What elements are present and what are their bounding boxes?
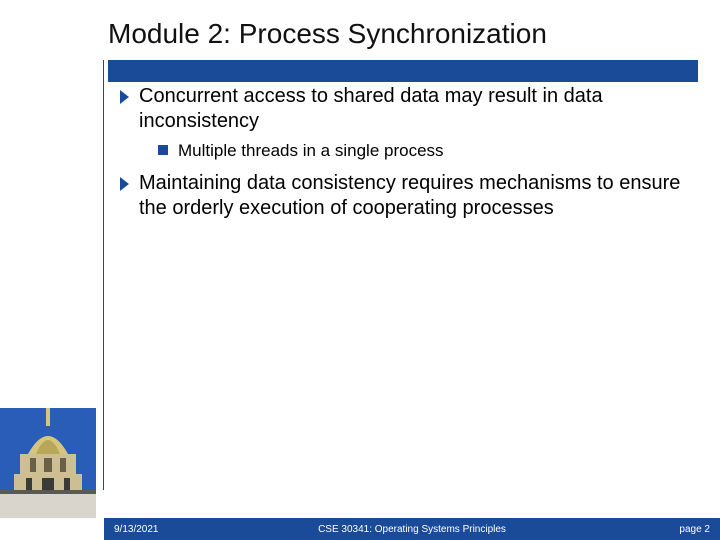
bullet-text: Concurrent access to shared data may res… xyxy=(139,84,690,134)
sub-bullet-text: Multiple threads in a single process xyxy=(178,140,444,161)
title-underbar xyxy=(108,60,698,82)
footer-left-gap xyxy=(0,518,104,540)
bullet-item: Maintaining data consistency requires me… xyxy=(120,171,690,221)
footer-page: page 2 xyxy=(679,524,710,535)
footer-bar: 9/13/2021 CSE 30341: Operating Systems P… xyxy=(104,518,720,540)
footer: 9/13/2021 CSE 30341: Operating Systems P… xyxy=(0,518,720,540)
content-area: Concurrent access to shared data may res… xyxy=(120,84,690,227)
bullet-item: Concurrent access to shared data may res… xyxy=(120,84,690,134)
arrow-bullet-icon xyxy=(120,90,129,104)
vertical-divider xyxy=(103,60,104,490)
square-bullet-icon xyxy=(158,145,168,155)
dome-logo-icon xyxy=(0,408,96,518)
sub-bullet-item: Multiple threads in a single process xyxy=(158,140,690,161)
page-title: Module 2: Process Synchronization xyxy=(108,14,698,60)
bullet-text: Maintaining data consistency requires me… xyxy=(139,171,690,221)
footer-date: 9/13/2021 xyxy=(114,524,159,535)
arrow-bullet-icon xyxy=(120,177,129,191)
footer-course: CSE 30341: Operating Systems Principles xyxy=(318,524,506,535)
